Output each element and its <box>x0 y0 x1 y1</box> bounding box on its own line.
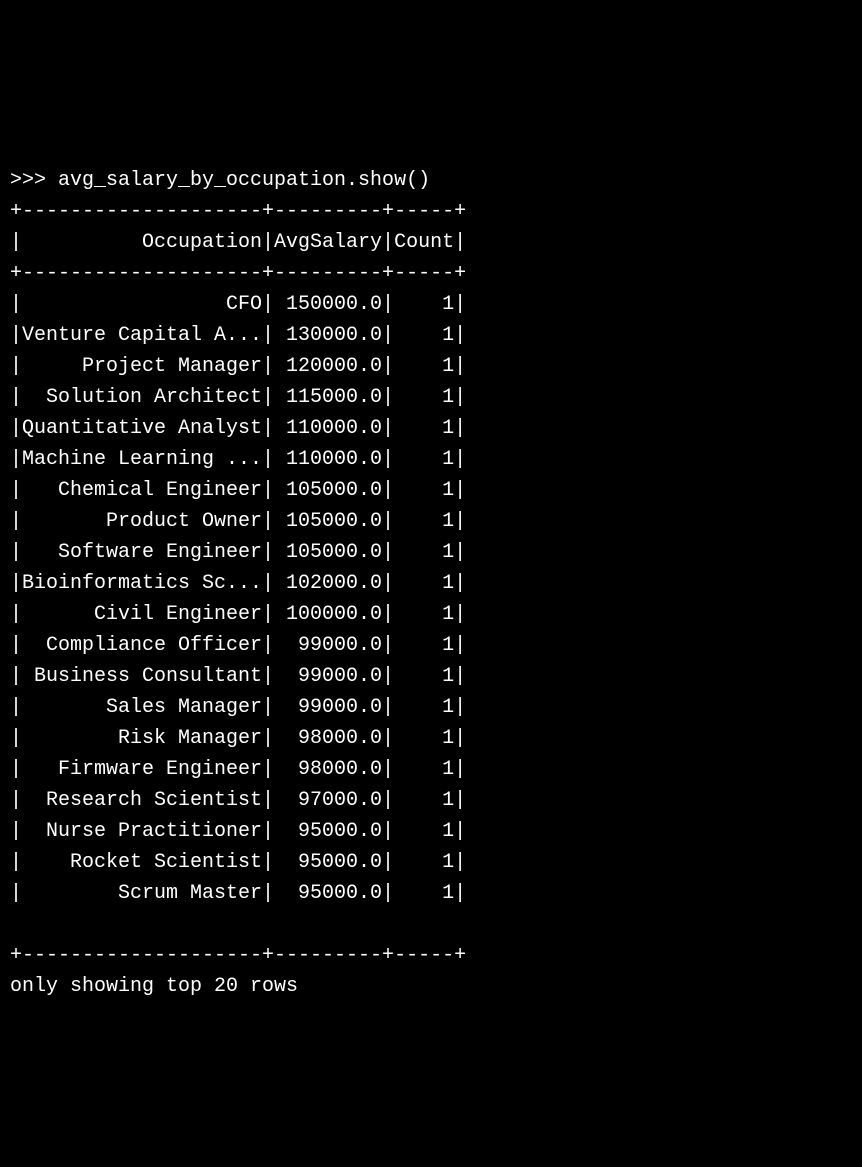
table-border-top: +--------------------+---------+-----+ <box>10 200 466 223</box>
table-border-mid: +--------------------+---------+-----+ <box>10 262 466 285</box>
terminal-output: >>> avg_salary_by_occupation.show() +---… <box>10 134 852 1002</box>
table-body: | CFO| 150000.0| 1| |Venture Capital A..… <box>10 289 852 909</box>
table-border-bottom: +--------------------+---------+-----+ <box>10 944 466 967</box>
footer-text: only showing top 20 rows <box>10 975 298 998</box>
prompt-line: >>> avg_salary_by_occupation.show() <box>10 169 430 192</box>
table-header-row: | Occupation|AvgSalary|Count| <box>10 231 466 254</box>
